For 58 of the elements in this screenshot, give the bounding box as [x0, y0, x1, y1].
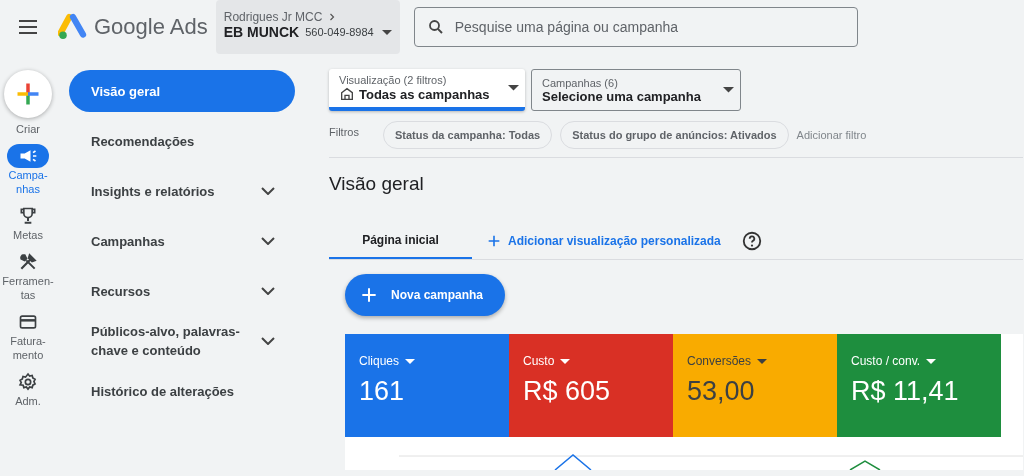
caret-icon	[381, 29, 392, 35]
filters-label: Filtros	[329, 126, 359, 138]
metric-card[interactable]: Conversões 53,00	[673, 334, 837, 437]
metric-label: Cliques	[359, 354, 400, 368]
caret-icon	[405, 358, 416, 364]
help-icon[interactable]	[740, 230, 763, 252]
plus-icon	[486, 233, 502, 249]
logo-icon	[58, 12, 88, 42]
rail-label: Metas	[13, 228, 43, 242]
caret-icon	[508, 85, 519, 91]
metric-value: R$ 605	[523, 376, 612, 407]
metric-card[interactable]: Cliques 161	[345, 334, 509, 437]
nav-item[interactable]: Visão geral	[69, 70, 295, 112]
rail-label: Fatura- mento	[10, 334, 46, 362]
metric-value: 53,00	[687, 376, 756, 407]
caret-icon	[757, 358, 768, 364]
caret-icon	[723, 87, 734, 93]
metric-value: R$ 11,41	[851, 376, 960, 407]
add-view-link[interactable]: Adicionar visualização personalizada	[486, 233, 721, 249]
new-campaign-button[interactable]: Nova campanha	[345, 274, 506, 316]
metric-value: 161	[359, 376, 406, 407]
account-switcher[interactable]: Rodrigues Jr MCC EB MUNCK 560-049-8984	[215, 0, 400, 54]
rail-button[interactable]	[7, 144, 49, 168]
caret-icon	[560, 358, 571, 364]
nav-item[interactable]: Recursos	[69, 270, 295, 312]
nav-item[interactable]: Histórico de alterações	[69, 370, 295, 412]
manager-account-name: Rodrigues Jr MCC	[223, 10, 323, 24]
metric-card[interactable]: Custo R$ 605	[509, 334, 673, 437]
settings-icon	[18, 372, 38, 392]
trophy-icon	[18, 206, 38, 226]
add-filter-link[interactable]: Adicionar filtro	[796, 129, 867, 141]
dropdown[interactable]: Campanhas (6) Selecione uma campanha	[531, 69, 741, 111]
nav-item[interactable]: Campanhas	[69, 220, 295, 262]
page-title: Visão geral	[329, 173, 425, 195]
rail-label: Adm.	[15, 394, 41, 408]
metric-label: Custo / conv.	[851, 354, 921, 368]
rail-label: Campa- nhas	[8, 168, 48, 196]
metric-label: Custo	[523, 354, 555, 368]
metric-label: Conversões	[687, 354, 752, 368]
nav-item[interactable]: Insights e relatórios	[69, 170, 295, 212]
credit-card-icon	[18, 312, 38, 332]
caret-icon	[926, 358, 937, 364]
plus-icon	[359, 285, 379, 305]
metric-card[interactable]: Custo / conv. R$ 11,41	[837, 334, 1001, 437]
account-id: 560-049-8984	[305, 26, 374, 38]
nav-item[interactable]: Públicos-alvo, palavras-chave e conteúdo	[69, 320, 295, 362]
account-name: EB MUNCK	[223, 24, 300, 40]
create-button[interactable]	[4, 70, 52, 118]
search-icon	[426, 18, 445, 36]
home-icon	[339, 86, 355, 102]
search-field[interactable]: Pesquise uma página ou campanha	[413, 7, 858, 47]
create-label: Criar	[16, 122, 40, 136]
product-name: Google Ads	[94, 14, 208, 40]
nav-item[interactable]: Recomendações	[69, 120, 295, 162]
rail-label: Ferramen- tas	[2, 274, 54, 302]
tools-icon	[18, 252, 38, 272]
tab[interactable]: Página inicial	[329, 223, 472, 259]
dropdown[interactable]: Visualização (2 filtros) Todas as campanhas	[329, 69, 525, 111]
